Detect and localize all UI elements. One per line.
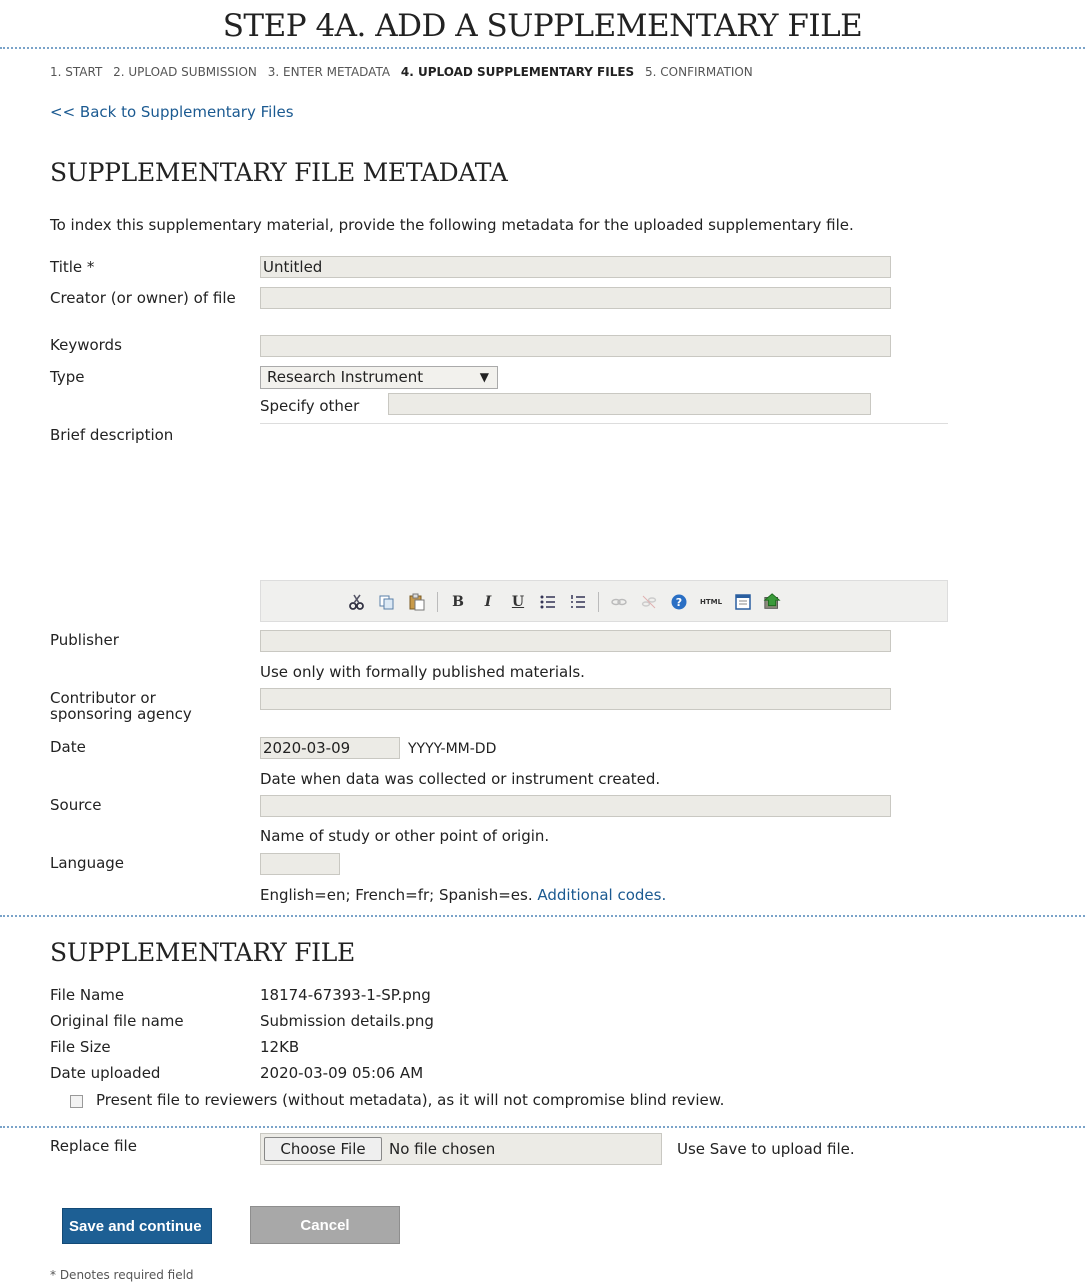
bold-icon[interactable]: B — [448, 592, 468, 612]
file-size-label: File Size — [50, 1038, 111, 1056]
html-icon[interactable]: HTML — [699, 592, 723, 612]
present-to-reviewers-checkbox[interactable] — [70, 1095, 83, 1108]
link-icon[interactable] — [609, 592, 629, 612]
type-select[interactable]: Research Instrument ▼ — [260, 366, 498, 389]
numbered-list-icon[interactable] — [568, 592, 588, 612]
date-input[interactable]: 2020-03-09 — [260, 737, 400, 759]
brief-description-editor[interactable] — [260, 423, 948, 581]
fullscreen-icon[interactable] — [733, 592, 753, 612]
divider — [0, 915, 1085, 917]
date-note: Date when data was collected or instrume… — [260, 770, 661, 788]
language-note: English=en; French=fr; Spanish=es. Addit… — [260, 886, 666, 904]
present-to-reviewers-label: Present file to reviewers (without metad… — [96, 1091, 725, 1109]
required-field-footnote: * Denotes required field — [50, 1268, 194, 1282]
save-and-continue-label: Save and continue — [69, 1217, 202, 1235]
replace-file-note: Use Save to upload file. — [677, 1140, 855, 1158]
divider — [0, 47, 1085, 49]
publisher-label: Publisher — [50, 631, 119, 649]
cut-icon[interactable] — [347, 592, 367, 612]
source-label: Source — [50, 796, 102, 814]
step-start[interactable]: 1. START — [50, 65, 102, 79]
keywords-label: Keywords — [50, 336, 122, 354]
paste-icon[interactable] — [407, 592, 427, 612]
title-label: Title * — [50, 258, 95, 276]
specify-other-input[interactable] — [388, 393, 871, 415]
type-label: Type — [50, 368, 85, 386]
page-title: STEP 4A. ADD A SUPPLEMENTARY FILE — [222, 8, 863, 44]
language-input[interactable] — [260, 853, 340, 875]
contributor-label: Contributor or sponsoring agency — [50, 689, 192, 723]
image-upload-icon[interactable] — [763, 592, 783, 612]
unlink-icon[interactable] — [639, 592, 659, 612]
editor-toolbar: B I U ? HTML — [260, 580, 948, 622]
brief-description-label: Brief description — [50, 426, 174, 444]
specify-other-label: Specify other — [260, 397, 360, 415]
original-file-name-label: Original file name — [50, 1012, 184, 1030]
help-icon[interactable]: ? — [669, 592, 689, 612]
step-upload-submission[interactable]: 2. UPLOAD SUBMISSION — [113, 65, 257, 79]
source-input[interactable] — [260, 795, 891, 817]
creator-input[interactable] — [260, 287, 891, 309]
progress-steps: 1. START 2. UPLOAD SUBMISSION 3. ENTER M… — [50, 65, 760, 79]
step-enter-metadata[interactable]: 3. ENTER METADATA — [268, 65, 390, 79]
choose-file-button[interactable]: Choose File — [264, 1137, 382, 1161]
replace-file-label: Replace file — [50, 1137, 137, 1155]
dropdown-arrow-icon: ▼ — [479, 370, 489, 384]
divider — [0, 1126, 1085, 1128]
metadata-heading: SUPPLEMENTARY FILE METADATA — [50, 158, 508, 187]
step-upload-supplementary-files: 4. UPLOAD SUPPLEMENTARY FILES — [400, 65, 635, 79]
metadata-intro: To index this supplementary material, pr… — [50, 216, 854, 234]
file-size-value: 12KB — [260, 1038, 300, 1056]
bullet-list-icon[interactable] — [538, 592, 558, 612]
date-format-hint: YYYY-MM-DD — [408, 741, 497, 757]
svg-text:?: ? — [676, 596, 682, 609]
step-confirmation: 5. CONFIRMATION — [645, 65, 753, 79]
type-select-value: Research Instrument — [267, 368, 424, 386]
cancel-button[interactable]: Cancel — [250, 1206, 400, 1244]
language-label: Language — [50, 854, 125, 872]
language-codes-text: English=en; French=fr; Spanish=es. — [260, 886, 533, 904]
copy-icon[interactable] — [377, 592, 397, 612]
save-and-continue-button[interactable]: Save and continue — [62, 1208, 212, 1244]
publisher-note: Use only with formally published materia… — [260, 663, 585, 681]
date-label: Date — [50, 738, 86, 756]
file-name-link[interactable]: 18174-67393-1-SP.png — [260, 986, 431, 1004]
file-chooser[interactable]: Choose File No file chosen — [260, 1133, 662, 1165]
date-uploaded-label: Date uploaded — [50, 1064, 161, 1082]
publisher-input[interactable] — [260, 630, 891, 652]
file-name-label: File Name — [50, 986, 125, 1004]
title-input[interactable]: Untitled — [260, 256, 891, 278]
date-uploaded-value: 2020-03-09 05:06 AM — [260, 1064, 424, 1082]
back-to-supplementary-files-link[interactable]: << Back to Supplementary Files — [50, 103, 294, 121]
creator-label: Creator (or owner) of file — [50, 289, 236, 307]
toolbar-separator — [437, 592, 438, 612]
contributor-input[interactable] — [260, 688, 891, 710]
source-note: Name of study or other point of origin. — [260, 827, 550, 845]
supplementary-file-heading: SUPPLEMENTARY FILE — [50, 938, 355, 967]
italic-icon[interactable]: I — [478, 592, 498, 612]
toolbar-separator — [598, 592, 599, 612]
underline-icon[interactable]: U — [508, 592, 528, 612]
no-file-chosen-text: No file chosen — [389, 1140, 496, 1158]
keywords-input[interactable] — [260, 335, 891, 357]
original-file-name-value: Submission details.png — [260, 1012, 434, 1030]
additional-codes-link[interactable]: Additional codes. — [537, 886, 666, 904]
